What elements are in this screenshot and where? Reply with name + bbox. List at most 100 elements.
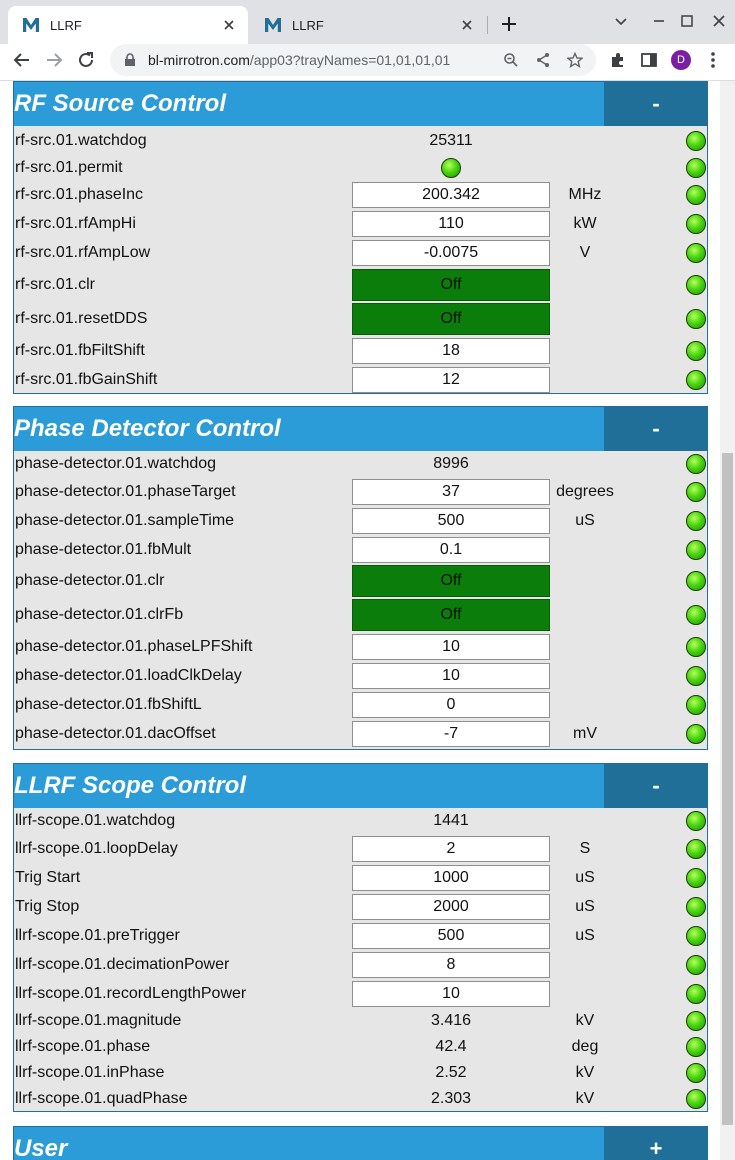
row-pd-fbShiftL: phase-detector.01.fbShiftL bbox=[14, 690, 707, 719]
row-scope-phase: llrf-scope.01.phase 42.4 deg bbox=[14, 1034, 707, 1060]
phaseLPFShift-input[interactable] bbox=[352, 633, 550, 660]
address-bar[interactable]: bl-mirrotron.com/app03?trayNames=01,01,0… bbox=[110, 44, 596, 76]
reload-icon[interactable] bbox=[74, 48, 98, 72]
field-label: rf-src.01.phaseInc bbox=[15, 185, 144, 203]
phase-detector-panel: Phase Detector Control - phase-detector.… bbox=[13, 406, 708, 750]
profile-avatar[interactable]: D bbox=[669, 48, 693, 72]
maximize-icon[interactable] bbox=[676, 10, 698, 32]
dacOffset-input[interactable] bbox=[352, 720, 550, 747]
kebab-menu-icon[interactable] bbox=[701, 48, 725, 72]
trigStart-input[interactable] bbox=[352, 864, 550, 891]
bookmark-star-icon[interactable] bbox=[564, 49, 586, 71]
url-text: bl-mirrotron.com/app03?trayNames=01,01,0… bbox=[148, 52, 451, 68]
status-led-icon bbox=[686, 636, 706, 657]
loopDelay-input[interactable] bbox=[352, 835, 550, 862]
field-label: phase-detector.01.clrFb bbox=[15, 606, 184, 623]
clrFb-toggle-button[interactable]: Off bbox=[352, 599, 550, 631]
minimize-icon[interactable] bbox=[648, 10, 670, 32]
fbGainShift-input[interactable] bbox=[352, 366, 550, 393]
field-label: llrf-scope.01.phase bbox=[15, 1038, 151, 1055]
tab-strip: LLRF LLRF bbox=[0, 0, 735, 44]
fbShiftL-input[interactable] bbox=[352, 691, 550, 718]
browser-toolbar: bl-mirrotron.com/app03?trayNames=01,01,0… bbox=[0, 44, 735, 76]
row-rf-permit: rf-src.01.permit bbox=[14, 156, 707, 180]
side-panel-icon[interactable] bbox=[637, 48, 661, 72]
unit-label: mV bbox=[573, 724, 597, 742]
collapse-button[interactable]: - bbox=[604, 82, 708, 126]
status-led-icon bbox=[686, 213, 706, 234]
row-scope-magnitude: llrf-scope.01.magnitude 3.416 kV bbox=[14, 1008, 707, 1034]
field-label: llrf-scope.01.decimationPower bbox=[15, 955, 230, 973]
fbMult-input[interactable] bbox=[352, 536, 550, 563]
trigStop-input[interactable] bbox=[352, 893, 550, 920]
status-led-icon bbox=[686, 158, 706, 178]
scrollbar-thumb[interactable] bbox=[722, 453, 733, 1125]
recordLengthPower-input[interactable] bbox=[352, 980, 550, 1007]
loadClkDelay-input[interactable] bbox=[352, 662, 550, 689]
window-close-icon[interactable] bbox=[708, 10, 730, 32]
unit-label: deg bbox=[571, 1038, 599, 1055]
tab-llrf-active[interactable]: LLRF bbox=[8, 6, 248, 44]
readout-value: 42.4 bbox=[435, 1038, 467, 1055]
panel-title: LLRF Scope Control bbox=[14, 772, 246, 799]
field-label: rf-src.01.clr bbox=[15, 275, 95, 293]
rf-source-panel: RF Source Control - rf-src.01.watchdog 2… bbox=[13, 81, 708, 394]
status-led-icon bbox=[686, 184, 706, 205]
field-label: Trig Stop bbox=[15, 897, 80, 915]
expand-button[interactable]: + bbox=[604, 1127, 708, 1160]
field-label: phase-detector.01.fbShiftL bbox=[15, 695, 202, 713]
row-scope-loopDelay: llrf-scope.01.loopDelay S bbox=[14, 834, 707, 863]
status-led-icon bbox=[686, 131, 706, 151]
share-icon[interactable] bbox=[532, 49, 554, 71]
clr-toggle-button[interactable]: Off bbox=[352, 268, 550, 301]
status-led-icon bbox=[686, 1089, 706, 1109]
field-label: llrf-scope.01.quadPhase bbox=[15, 1090, 188, 1107]
tab-search-chevron-icon[interactable] bbox=[610, 10, 632, 32]
phaseTarget-input[interactable] bbox=[352, 478, 550, 505]
new-tab-icon[interactable] bbox=[498, 13, 520, 35]
field-label: llrf-scope.01.loopDelay bbox=[15, 839, 178, 857]
collapse-button[interactable]: - bbox=[604, 764, 708, 808]
field-label: rf-src.01.resetDDS bbox=[15, 310, 148, 327]
llrf-scope-panel: LLRF Scope Control - llrf-scope.01.watch… bbox=[13, 763, 708, 1112]
tab-close-icon[interactable] bbox=[458, 16, 476, 34]
app-favicon-icon bbox=[264, 16, 282, 34]
unit-label: kV bbox=[575, 1064, 595, 1081]
collapse-button[interactable]: - bbox=[604, 407, 708, 451]
status-led-icon bbox=[686, 665, 706, 686]
back-arrow-icon[interactable] bbox=[10, 48, 34, 72]
resetDDS-toggle-button[interactable]: Off bbox=[352, 303, 550, 335]
app-favicon-icon bbox=[22, 16, 40, 34]
zoom-icon[interactable] bbox=[500, 49, 522, 71]
status-led-icon bbox=[686, 539, 706, 560]
tab-close-icon[interactable] bbox=[220, 16, 238, 34]
readout-value: 2.303 bbox=[430, 1090, 472, 1107]
decimationPower-input[interactable] bbox=[352, 951, 550, 978]
sampleTime-input[interactable] bbox=[352, 507, 550, 534]
fbFiltShift-input[interactable] bbox=[352, 337, 550, 364]
field-label: phase-detector.01.sampleTime bbox=[15, 511, 235, 529]
phaseInc-input[interactable] bbox=[352, 181, 550, 208]
panel-header: Phase Detector Control - bbox=[14, 407, 708, 451]
status-led-icon bbox=[686, 571, 706, 591]
rfAmpHi-input[interactable] bbox=[352, 210, 550, 237]
preTrigger-input[interactable] bbox=[352, 922, 550, 949]
profile-initial: D bbox=[671, 50, 691, 70]
status-led-icon bbox=[686, 369, 706, 390]
tab-title: LLRF bbox=[292, 17, 324, 33]
status-led-icon bbox=[686, 1063, 706, 1083]
unit-label: uS bbox=[575, 511, 595, 529]
readout-value: 25311 bbox=[429, 132, 473, 149]
tab-llrf-inactive[interactable]: LLRF bbox=[250, 6, 486, 44]
rfAmpLow-input[interactable] bbox=[352, 239, 550, 266]
clr-toggle-button[interactable]: Off bbox=[352, 565, 550, 597]
row-pd-watchdog: phase-detector.01.watchdog 8996 bbox=[14, 451, 707, 477]
status-led-icon bbox=[686, 605, 706, 625]
field-label: phase-detector.01.phaseTarget bbox=[15, 482, 236, 500]
row-rf-phaseInc: rf-src.01.phaseInc MHz bbox=[14, 180, 707, 209]
panel-title: RF Source Control bbox=[14, 90, 227, 117]
forward-arrow-icon[interactable] bbox=[42, 48, 66, 72]
extensions-puzzle-icon[interactable] bbox=[606, 48, 630, 72]
readout-value: 2.52 bbox=[435, 1064, 467, 1081]
status-led-icon bbox=[686, 896, 706, 917]
